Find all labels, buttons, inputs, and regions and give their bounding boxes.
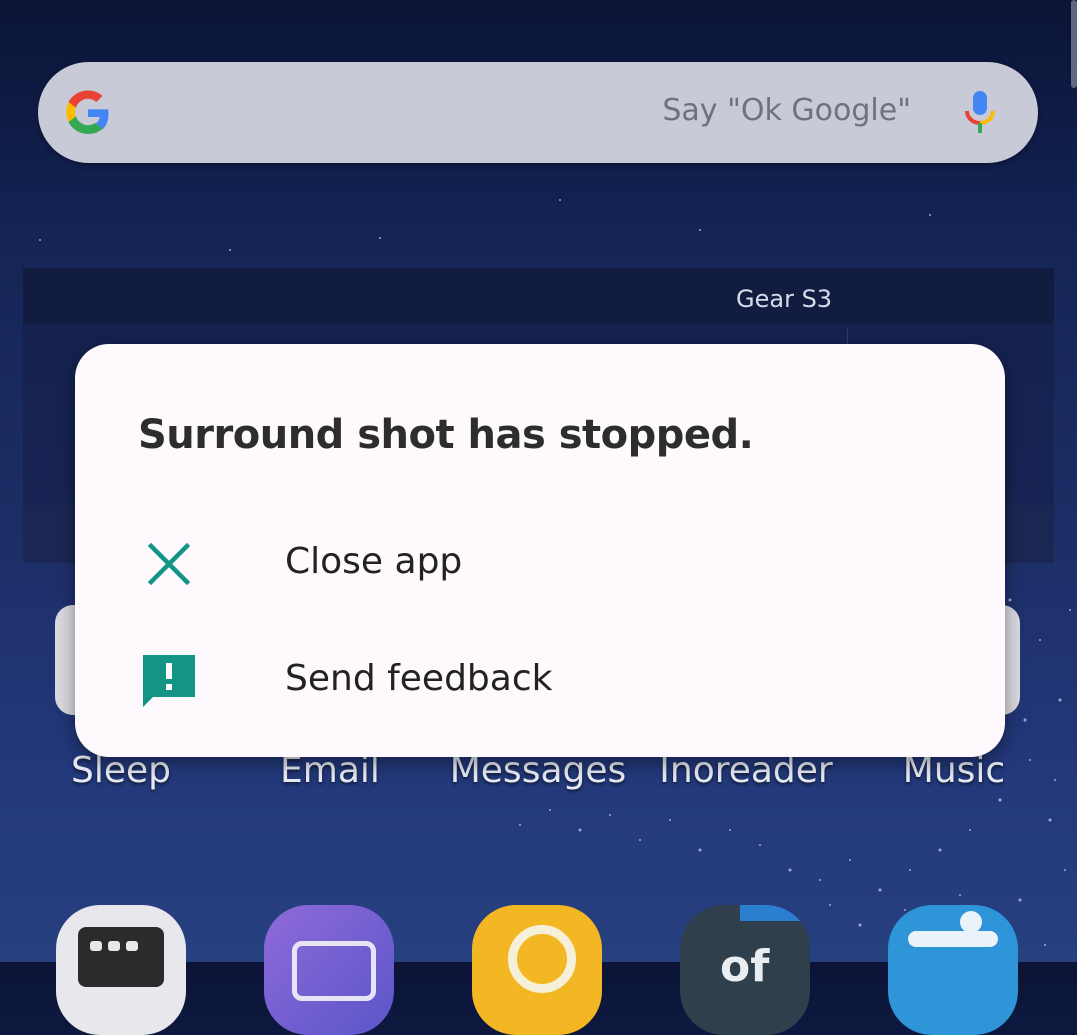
mic-icon[interactable] (960, 89, 1000, 137)
send-feedback-label: Send feedback (285, 658, 553, 699)
of-app-icon[interactable]: of (680, 905, 810, 1035)
sport-app-icon[interactable] (888, 905, 1018, 1035)
gear-widget-title: Gear S3 (736, 285, 833, 313)
close-icon (147, 542, 191, 586)
search-hint-text: Say "Ok Google" (662, 93, 911, 128)
edge-scroll-handle[interactable] (1071, 0, 1077, 88)
dialog-title: Surround shot has stopped. (138, 412, 754, 458)
google-g-icon (66, 90, 109, 134)
blackberry-icon[interactable] (56, 905, 186, 1035)
close-app-label: Close app (285, 541, 463, 582)
camera-icon[interactable] (264, 905, 394, 1035)
feedback-icon (143, 655, 195, 707)
search-app-icon[interactable] (472, 905, 602, 1035)
send-feedback-button[interactable]: Send feedback (75, 625, 1005, 735)
gear-widget-header (23, 268, 1054, 324)
close-app-button[interactable]: Close app (75, 508, 1005, 618)
